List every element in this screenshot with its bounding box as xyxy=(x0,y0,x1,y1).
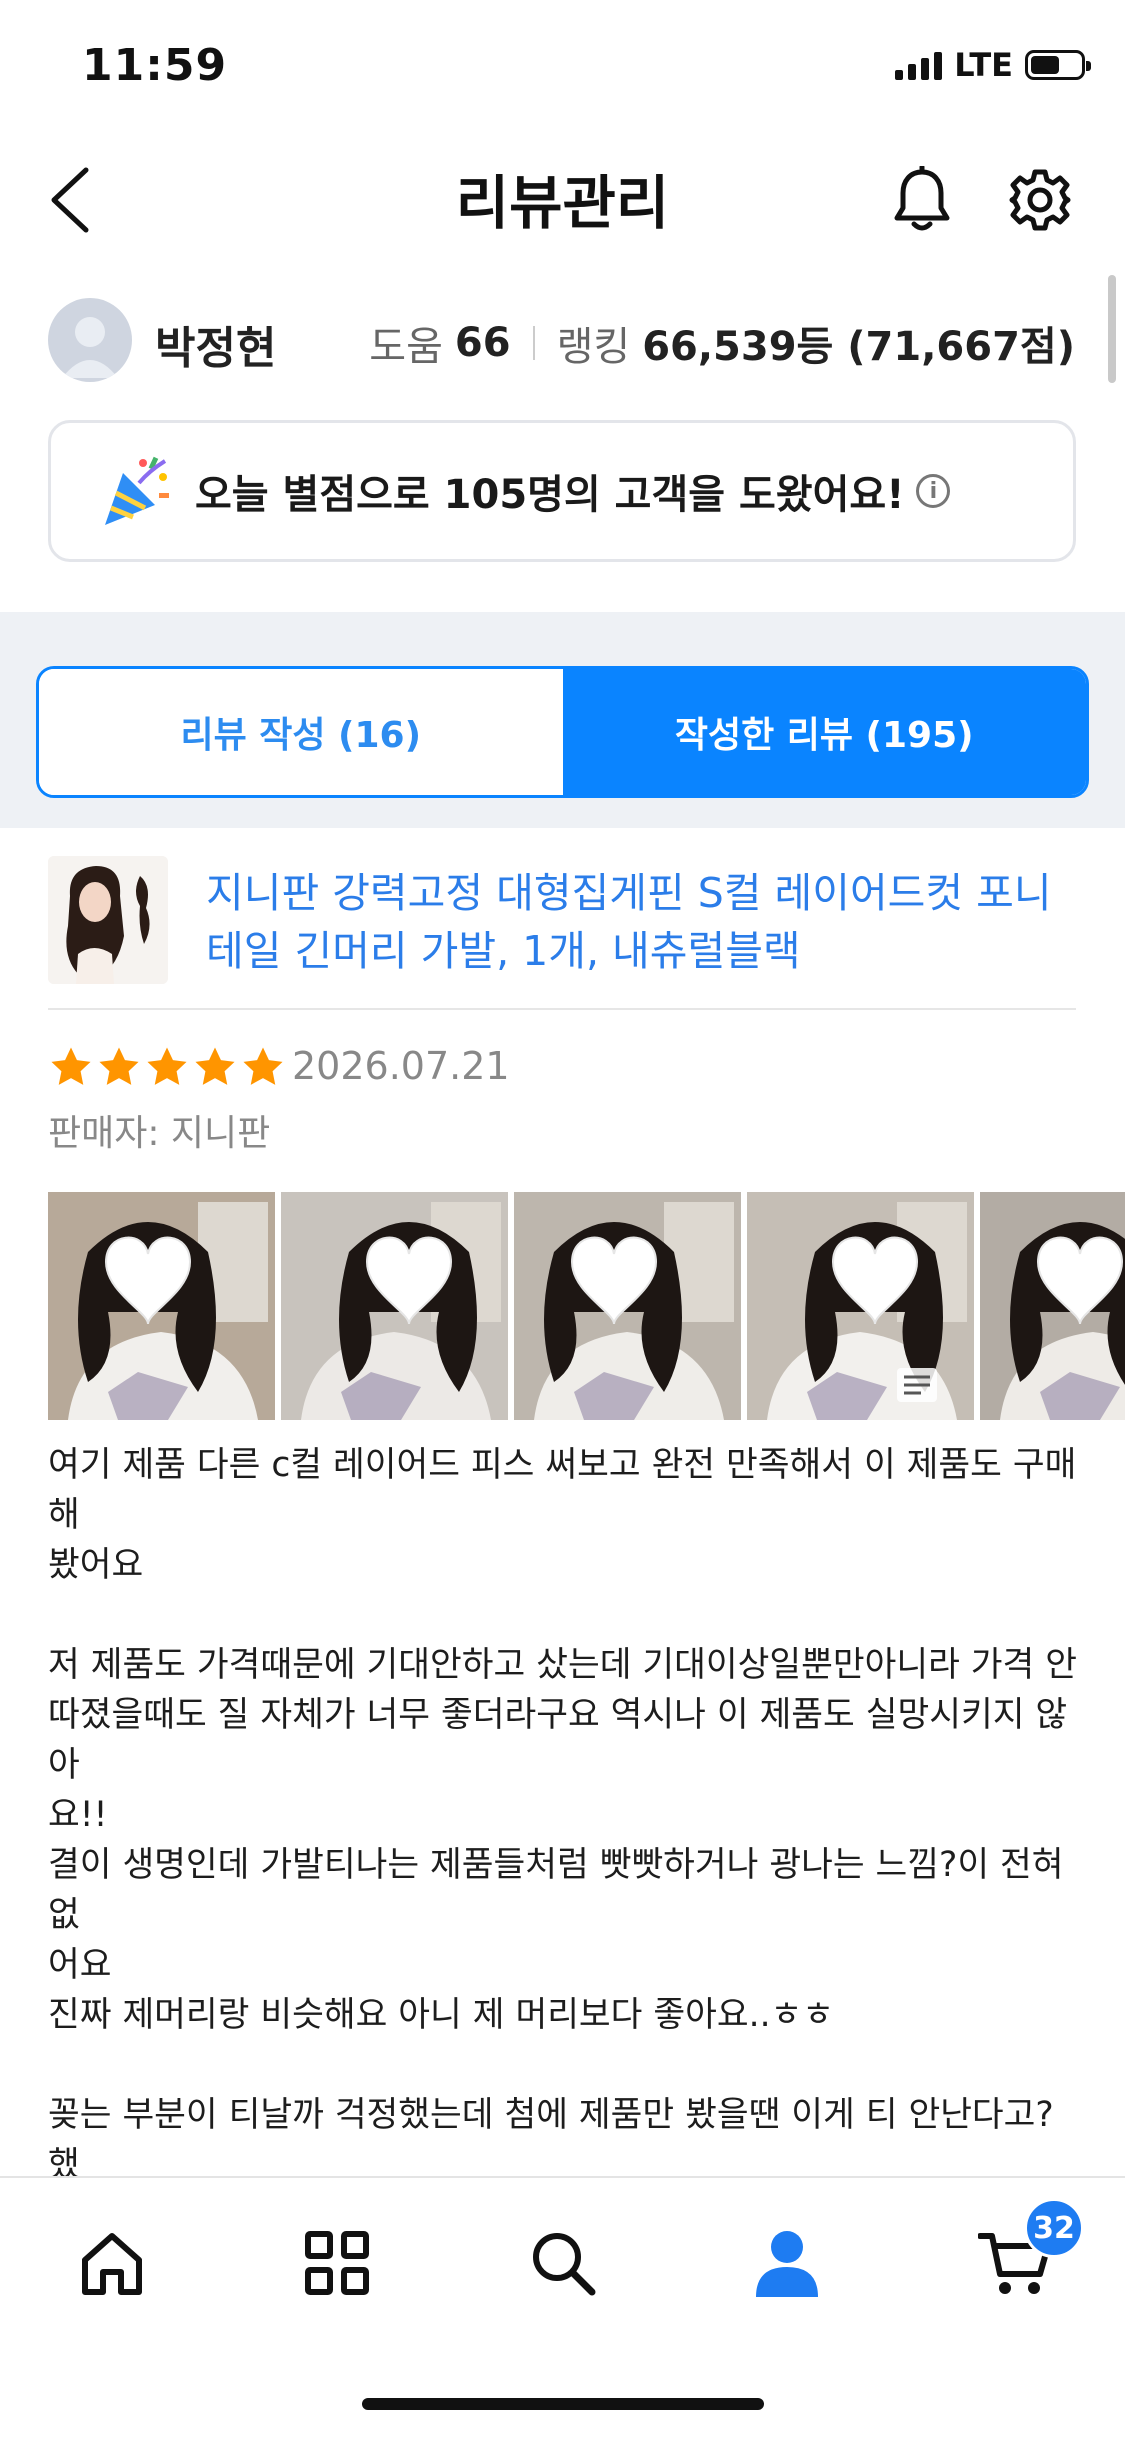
help-value: 66 xyxy=(454,320,511,366)
review-photo[interactable] xyxy=(980,1192,1125,1420)
bell-icon xyxy=(894,166,950,231)
nav-home[interactable] xyxy=(67,2218,157,2308)
star-rating xyxy=(48,1044,286,1090)
default-avatar-icon xyxy=(62,317,118,378)
divider xyxy=(48,1008,1076,1010)
ranking-value: 66,539등 (71,667점) xyxy=(642,324,1075,370)
seller-name: 판매자: 지니판 xyxy=(48,1113,271,1154)
battery-icon xyxy=(1025,50,1091,80)
star-icon xyxy=(243,1047,283,1085)
categories-icon xyxy=(305,2231,369,2295)
product-title[interactable]: 지니판 강력고정 대형집게핀 S컬 레이어드컷 포니테일 긴머리 가발, 1개,… xyxy=(206,864,1066,980)
stats-divider xyxy=(532,326,535,360)
nav-search[interactable] xyxy=(518,2218,608,2308)
review-photo[interactable] xyxy=(514,1192,741,1420)
star-icon xyxy=(99,1047,139,1085)
help-label: 도움 xyxy=(369,324,443,370)
home-indicator xyxy=(362,2398,764,2410)
my-account-icon xyxy=(756,2231,818,2297)
tab-written-reviews[interactable]: 작성한 리뷰 (195) xyxy=(562,669,1086,795)
ranking-label: 랭킹 xyxy=(556,324,631,370)
user-name: 박정현 xyxy=(155,323,277,374)
party-popper-icon xyxy=(105,456,169,525)
product-thumbnail[interactable] xyxy=(48,856,168,984)
star-icon xyxy=(51,1047,91,1085)
avatar[interactable] xyxy=(48,298,132,382)
nav-my-account[interactable] xyxy=(742,2218,832,2308)
status-time: 11:59 xyxy=(82,40,228,91)
banner-text: 오늘 별점으로 105명의 고객을 도왔어요! xyxy=(195,472,905,518)
cart-badge: 32 xyxy=(1024,2198,1084,2258)
signal-icon xyxy=(895,50,943,80)
star-icon xyxy=(147,1047,187,1085)
search-icon xyxy=(533,2233,596,2296)
user-stats: 도움 66 랭킹 66,539등 (71,667점) xyxy=(369,314,1075,372)
help-banner[interactable]: 오늘 별점으로 105명의 고객을 도왔어요! i xyxy=(48,420,1076,562)
info-icon[interactable]: i xyxy=(916,474,951,508)
notifications-button[interactable] xyxy=(884,160,960,240)
nav-categories[interactable] xyxy=(292,2218,382,2308)
review-date: 2026.07.21 xyxy=(292,1044,510,1088)
review-text-icon xyxy=(897,1368,937,1402)
star-icon xyxy=(195,1047,235,1085)
settings-button[interactable] xyxy=(1000,160,1080,240)
home-icon xyxy=(82,2233,142,2295)
review-photo[interactable] xyxy=(48,1192,275,1420)
review-photos[interactable] xyxy=(48,1192,1125,1420)
review-photo[interactable] xyxy=(281,1192,508,1420)
network-label: LTE xyxy=(954,46,1013,84)
scrollbar[interactable] xyxy=(1108,275,1116,383)
status-indicators: LTE xyxy=(895,46,1091,84)
tab-write-review[interactable]: 리뷰 작성 (16) xyxy=(39,669,563,795)
review-photo[interactable] xyxy=(747,1192,974,1420)
gear-icon xyxy=(1009,169,1071,231)
review-tabs: 리뷰 작성 (16) 작성한 리뷰 (195) xyxy=(36,666,1089,798)
